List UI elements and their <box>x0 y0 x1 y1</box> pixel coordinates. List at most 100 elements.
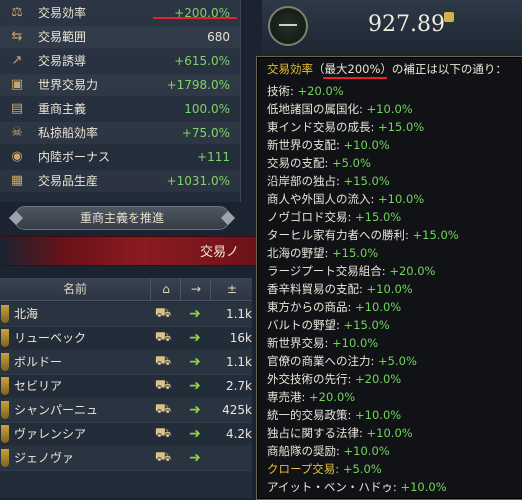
modifier-value: +10.0% <box>332 336 379 350</box>
treasury-dial-icon[interactable] <box>268 6 308 46</box>
trade-node-name: ボルドー <box>14 355 63 369</box>
tooltip-modifier-line: 新世界の支配: +10.0% <box>267 136 390 154</box>
steer-arrow-icon[interactable]: ➜ <box>186 353 204 371</box>
table-row[interactable]: ボルドー ⛟ ➜ 1.1k <box>0 350 252 375</box>
modifier-value: +5.0% <box>378 354 417 368</box>
modifier-label: バルトの野望: <box>267 318 344 332</box>
table-row[interactable]: 北海 ⛟ ➜ 1.1k <box>0 302 252 327</box>
tooltip-modifier-line: 交易の支配: +5.0% <box>267 154 371 172</box>
stat-value: 680 <box>207 30 230 44</box>
modifier-label: 外交技術の先行: <box>267 372 356 386</box>
stat-value: +75.0% <box>181 126 230 140</box>
tooltip-modifier-line: 統一的交易政策: +10.0% <box>267 406 401 424</box>
modifier-label: ノヴゴロド交易: <box>267 210 356 224</box>
table-row[interactable]: セビリア ⛟ ➜ 2.7k <box>0 374 252 399</box>
trade-node-value: 4.2k <box>225 427 252 441</box>
stat-row: ☠ 私掠船効率 +75.0% <box>0 122 240 144</box>
steer-arrow-icon[interactable]: ➜ <box>186 449 204 467</box>
tooltip-modifier-line: 商人や外国人の流入: +10.0% <box>267 190 424 208</box>
modifier-label: 専売港: <box>267 390 310 404</box>
merchant-cart-icon[interactable]: ⛟ <box>152 449 174 467</box>
promote-mercantilism-button[interactable]: 重商主義を推進 <box>8 206 236 230</box>
stat-label: 交易品生産 <box>38 174 99 188</box>
stat-row: ▤ 重商主義 100.0% <box>0 98 240 120</box>
column-header-name[interactable]: 名前 <box>0 278 150 300</box>
stat-row: ◉ 内陸ボーナス +111 <box>0 146 240 168</box>
modifier-value: +15.0% <box>343 174 390 188</box>
tooltip-heading-rest: の補正は以下の通り： <box>391 62 507 76</box>
tooltip-modifier-line: 商船隊の奨励: +10.0% <box>267 442 390 460</box>
modifier-label: ターヒル家有力者への勝利: <box>267 228 413 242</box>
tooltip-modifier-line: 外交技術の先行: +20.0% <box>267 370 401 388</box>
merchant-cart-icon[interactable]: ⛟ <box>152 305 174 323</box>
tooltip-modifier-line: 香辛料貿易の支配: +10.0% <box>267 280 413 298</box>
merchant-cart-icon[interactable]: ⛟ <box>152 425 174 443</box>
tooltip-modifier-line: ラージプート交易組合: +20.0% <box>267 262 435 280</box>
modifier-label: 交易の支配: <box>267 156 333 170</box>
tooltip-modifier-line: ノヴゴロド交易: +15.0% <box>267 208 401 226</box>
modifier-value: +10.0% <box>400 480 447 494</box>
table-header: 名前 ⌂ → ± <box>0 278 252 301</box>
tooltip-heading-key: 交易効率 <box>267 62 313 76</box>
modifier-value: +10.0% <box>355 300 402 314</box>
modifier-label: 新世界の支配: <box>267 138 344 152</box>
stat-value: +615.0% <box>174 54 230 68</box>
table-row[interactable]: ジェノヴァ ⛟ ➜ <box>0 446 252 471</box>
modifier-value: +15.0% <box>412 228 459 242</box>
merchant-cart-icon[interactable]: ⛟ <box>152 401 174 419</box>
modifier-value: +20.0% <box>297 84 344 98</box>
trade-node-value: 425k <box>222 403 252 417</box>
steer-arrow-icon[interactable]: ➜ <box>186 329 204 347</box>
stat-label: 重商主義 <box>38 102 87 116</box>
trade-nodes-table: 名前 ⌂ → ± 北海 ⛟ ➜ 1.1k リューベック ⛟ ➜ 16k ボルドー ⛟ ➜ 1.1k セビ… <box>0 278 252 498</box>
steer-arrow-icon[interactable]: ➜ <box>186 425 204 443</box>
button-endcap-right <box>220 210 236 226</box>
column-header-value[interactable]: ± <box>210 278 253 300</box>
merchant-cart-icon[interactable]: ⛟ <box>152 353 174 371</box>
table-row[interactable]: リューベック ⛟ ➜ 16k <box>0 326 252 351</box>
modifier-label: ラージプート交易組合: <box>267 264 390 278</box>
modifier-value: +10.0% <box>355 408 402 422</box>
highlight-underline <box>153 17 237 19</box>
steer-arrow-icon[interactable]: ➜ <box>186 401 204 419</box>
column-header-home[interactable]: ⌂ <box>150 278 181 300</box>
shield-icon <box>1 377 9 395</box>
modifier-label: 統一的交易政策: <box>267 408 356 422</box>
modifier-value: +15.0% <box>355 210 402 224</box>
table-row[interactable]: シャンパーニュ ⛟ ➜ 425k <box>0 398 252 423</box>
stat-value: +200.0% <box>174 6 230 20</box>
trade-efficiency-icon: ⚖ <box>11 5 23 20</box>
shield-icon <box>1 425 9 443</box>
stat-label: 交易範囲 <box>38 30 87 44</box>
stat-label: 交易誘導 <box>38 54 87 68</box>
modifier-label: 官僚の商業への注力: <box>267 354 379 368</box>
column-header-direction[interactable]: → <box>180 278 211 300</box>
modifier-label: 技術: <box>267 84 298 98</box>
modifier-value: +15.0% <box>343 318 390 332</box>
modifier-label: 東インド交易の成長: <box>267 120 379 134</box>
tooltip-modifier-line: 技術: +20.0% <box>267 82 344 100</box>
trade-stats-panel: ⚖ 交易効率 +200.0% ⇆ 交易範囲 680 ↗ 交易誘導 +615.0% ▣ 世界交易力 +1… <box>0 0 241 202</box>
modifier-label: 商人や外国人の流入: <box>267 192 379 206</box>
trade-node-name: ヴァレンシア <box>14 427 87 441</box>
steer-arrow-icon[interactable]: ➜ <box>186 377 204 395</box>
trade-steering-icon: ↗ <box>11 53 23 68</box>
stat-label: 内陸ボーナス <box>38 150 111 164</box>
tooltip-modifier-line: クロープ交易: +5.0% <box>267 460 382 478</box>
stat-row: ⇆ 交易範囲 680 <box>0 26 240 48</box>
merchant-cart-icon[interactable]: ⛟ <box>152 377 174 395</box>
shield-icon <box>1 449 9 467</box>
trade-nodes-banner: 交易ノ <box>0 236 262 266</box>
button-endcap-left <box>8 210 24 226</box>
steer-arrow-icon[interactable]: ➜ <box>186 305 204 323</box>
merchant-cart-icon[interactable]: ⛟ <box>152 329 174 347</box>
modifier-label: 低地諸国の属国化: <box>267 102 367 116</box>
stat-value: +111 <box>197 150 230 164</box>
stat-value: +1798.0% <box>166 78 230 92</box>
table-row[interactable]: ヴァレンシア ⛟ ➜ 4.2k <box>0 422 252 447</box>
trade-node-name: リューベック <box>14 331 87 345</box>
banner-title: 交易ノ <box>200 245 240 260</box>
stat-row: ▦ 交易品生産 +1031.0% <box>0 170 240 192</box>
modifier-value: +15.0% <box>378 120 425 134</box>
trade-goods-production-icon: ▦ <box>10 173 24 188</box>
